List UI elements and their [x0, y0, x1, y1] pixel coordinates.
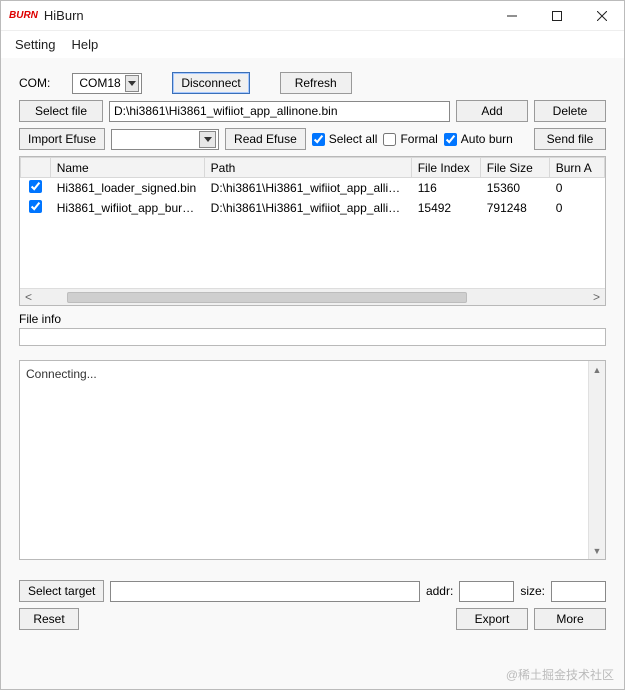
- row-check[interactable]: [29, 200, 42, 213]
- cell-burn-addr: 0: [549, 178, 604, 199]
- col-check[interactable]: [21, 158, 51, 178]
- col-file-index[interactable]: File Index: [411, 158, 480, 178]
- auto-burn-input[interactable]: [444, 133, 457, 146]
- file-table: Name Path File Index File Size Burn A Hi…: [19, 156, 606, 306]
- titlebar: BURN HiBurn: [1, 1, 624, 31]
- size-input[interactable]: [551, 581, 606, 602]
- table-header-row: Name Path File Index File Size Burn A: [21, 158, 605, 178]
- col-name[interactable]: Name: [50, 158, 204, 178]
- com-select[interactable]: COM18: [72, 73, 142, 94]
- close-icon: [597, 11, 607, 21]
- app-logo: BURN: [9, 10, 38, 21]
- close-button[interactable]: [579, 1, 624, 30]
- efuse-select[interactable]: [111, 129, 219, 150]
- menu-help[interactable]: Help: [65, 35, 104, 54]
- console: Connecting... ▲ ▼: [19, 360, 606, 560]
- addr-input[interactable]: [459, 581, 514, 602]
- scroll-down-icon[interactable]: ▼: [589, 542, 605, 559]
- cell-file-index: 15492: [411, 198, 480, 218]
- disconnect-button[interactable]: Disconnect: [172, 72, 249, 94]
- table-h-scrollbar[interactable]: < >: [20, 288, 605, 305]
- select-all-input[interactable]: [312, 133, 325, 146]
- col-burn-addr[interactable]: Burn A: [549, 158, 604, 178]
- file-info-box[interactable]: [19, 328, 606, 346]
- reset-button[interactable]: Reset: [19, 608, 79, 630]
- import-efuse-button[interactable]: Import Efuse: [19, 128, 105, 150]
- size-label: size:: [520, 584, 545, 598]
- watermark: @稀土掘金技术社区: [506, 666, 614, 683]
- read-efuse-button[interactable]: Read Efuse: [225, 128, 306, 150]
- table-row[interactable]: Hi3861_loader_signed.bin D:\hi3861\Hi386…: [21, 178, 605, 199]
- window-controls: [489, 1, 624, 30]
- row-check[interactable]: [29, 180, 42, 193]
- select-target-button[interactable]: Select target: [19, 580, 104, 602]
- cell-burn-addr: 0: [549, 198, 604, 218]
- scroll-left-icon[interactable]: <: [20, 290, 37, 304]
- formal-label: Formal: [400, 132, 437, 146]
- file-info-label: File info: [19, 312, 606, 326]
- send-file-button[interactable]: Send file: [534, 128, 606, 150]
- more-button[interactable]: More: [534, 608, 606, 630]
- com-value: COM18: [79, 76, 120, 90]
- maximize-button[interactable]: [534, 1, 579, 30]
- console-v-scrollbar[interactable]: ▲ ▼: [588, 361, 605, 559]
- com-label: COM:: [19, 76, 50, 90]
- formal-input[interactable]: [383, 133, 396, 146]
- formal-checkbox[interactable]: Formal: [383, 132, 437, 146]
- maximize-icon: [552, 11, 562, 21]
- select-file-button[interactable]: Select file: [19, 100, 103, 122]
- target-input[interactable]: [110, 581, 420, 602]
- col-path[interactable]: Path: [204, 158, 411, 178]
- scroll-right-icon[interactable]: >: [588, 290, 605, 304]
- scroll-up-icon[interactable]: ▲: [589, 361, 605, 378]
- chevron-down-icon[interactable]: [199, 131, 216, 148]
- minimize-icon: [507, 11, 517, 21]
- cell-file-size: 15360: [480, 178, 549, 199]
- chevron-down-icon[interactable]: [125, 75, 140, 92]
- file-path-input[interactable]: [109, 101, 450, 122]
- window-title: HiBurn: [44, 8, 84, 23]
- refresh-button[interactable]: Refresh: [280, 72, 352, 94]
- cell-name: Hi3861_wifiiot_app_burn...: [50, 198, 204, 218]
- menubar: Setting Help: [1, 31, 624, 58]
- cell-file-index: 116: [411, 178, 480, 199]
- auto-burn-label: Auto burn: [461, 132, 513, 146]
- scroll-thumb[interactable]: [67, 292, 467, 303]
- addr-label: addr:: [426, 584, 453, 598]
- select-all-label: Select all: [329, 132, 378, 146]
- minimize-button[interactable]: [489, 1, 534, 30]
- table-row[interactable]: Hi3861_wifiiot_app_burn... D:\hi3861\Hi3…: [21, 198, 605, 218]
- select-all-checkbox[interactable]: Select all: [312, 132, 378, 146]
- cell-path: D:\hi3861\Hi3861_wifiiot_app_allinon...: [204, 198, 411, 218]
- console-text[interactable]: Connecting...: [20, 361, 588, 559]
- col-file-size[interactable]: File Size: [480, 158, 549, 178]
- add-button[interactable]: Add: [456, 100, 528, 122]
- cell-file-size: 791248: [480, 198, 549, 218]
- cell-name: Hi3861_loader_signed.bin: [50, 178, 204, 199]
- menu-setting[interactable]: Setting: [9, 35, 61, 54]
- delete-button[interactable]: Delete: [534, 100, 606, 122]
- export-button[interactable]: Export: [456, 608, 528, 630]
- cell-path: D:\hi3861\Hi3861_wifiiot_app_allinon...: [204, 178, 411, 199]
- auto-burn-checkbox[interactable]: Auto burn: [444, 132, 513, 146]
